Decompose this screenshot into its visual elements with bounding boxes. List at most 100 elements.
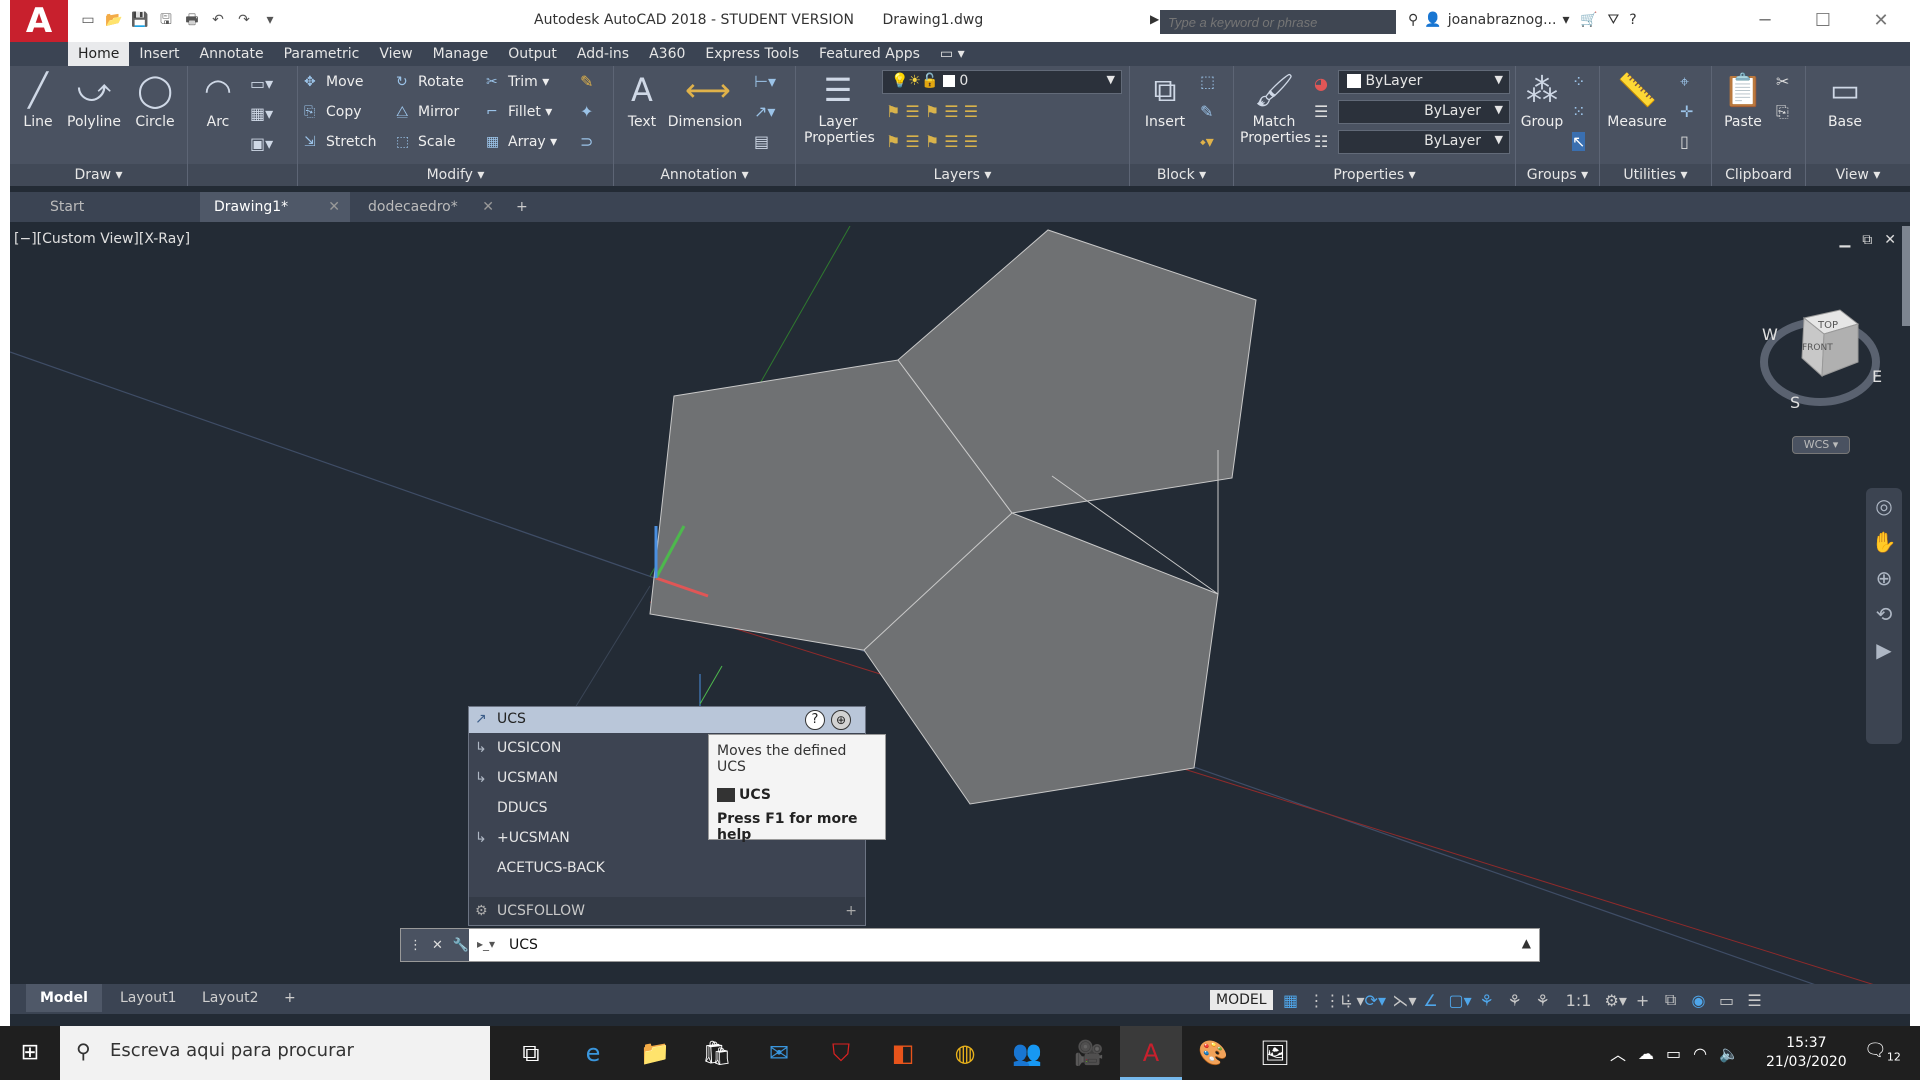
wifi-icon[interactable]: ◠ xyxy=(1693,1044,1707,1063)
new-tab-button[interactable]: + xyxy=(508,192,538,222)
calculator-icon[interactable]: ▯ xyxy=(1680,132,1689,151)
mail-icon[interactable]: ✉ xyxy=(748,1026,810,1080)
group-select-icon[interactable]: ↖ xyxy=(1572,132,1586,151)
wcs-menu-button[interactable]: WCS ▾ xyxy=(1792,436,1850,454)
polyline-button[interactable]: ⤻ Polyline xyxy=(62,70,126,130)
minimize-button[interactable]: ─ xyxy=(1736,0,1794,42)
viewport-scrollbar[interactable] xyxy=(1902,226,1910,326)
units-icon[interactable]: ⧉ xyxy=(1661,990,1681,1010)
group-edit-icon[interactable]: ⁙ xyxy=(1572,102,1585,121)
a360-icon[interactable]: ⛛ xyxy=(1607,12,1619,28)
edit-block-icon[interactable]: ✎ xyxy=(1200,102,1213,121)
copy-button[interactable]: ⎘ Copy xyxy=(304,100,362,124)
battery-icon[interactable]: ▭ xyxy=(1666,1044,1681,1063)
tab-insert[interactable]: Insert xyxy=(129,42,189,66)
close-tab-icon[interactable]: ✕ xyxy=(482,192,494,222)
linetype-dropdown[interactable]: ByLayer ▼ xyxy=(1338,130,1510,154)
search-expand-icon[interactable]: ▶ xyxy=(1150,12,1159,26)
tab-add-ins[interactable]: Add-ins xyxy=(567,42,639,66)
cloud-icon[interactable]: ☁ xyxy=(1638,1044,1654,1063)
list-item[interactable]: ACETUCS-BACK xyxy=(469,853,865,883)
windows-start-button[interactable]: ⊞ xyxy=(0,1026,60,1080)
command-prompt-icon[interactable]: ▸_▾ xyxy=(477,937,495,951)
view-panel-title[interactable]: View ▾ xyxy=(1806,164,1910,186)
line-button[interactable]: ╱ Line xyxy=(18,70,58,130)
open-file-icon[interactable]: 📂 xyxy=(104,10,124,30)
explode-icon[interactable]: ✦ xyxy=(580,102,593,121)
save-icon[interactable]: 💾 xyxy=(130,10,150,30)
command-history-icon[interactable]: ▲ xyxy=(1522,936,1531,950)
store-icon[interactable]: 🛍 xyxy=(686,1026,748,1080)
tab-featured-apps[interactable]: Featured Apps xyxy=(809,42,930,66)
clean-screen-icon[interactable]: ▭ xyxy=(1717,991,1737,1010)
user-name[interactable]: joanabraznog... xyxy=(1448,12,1557,28)
mcafee-icon[interactable]: ⛉ xyxy=(810,1026,872,1080)
scale-value[interactable]: 1:1 xyxy=(1561,991,1597,1010)
viewport-controls-label[interactable]: [−][Custom View][X-Ray] xyxy=(14,231,190,247)
zoom-extents-icon[interactable]: ⊕ xyxy=(1866,560,1902,596)
circle-button[interactable]: ◯ Circle xyxy=(130,70,180,130)
layer-dropdown[interactable]: 💡☀🔓 0 ▼ xyxy=(882,70,1122,94)
tab-annotate[interactable]: Annotate xyxy=(190,42,274,66)
snap-icon[interactable]: ⋮⋮⋮▾ xyxy=(1309,991,1365,1010)
expand-icon[interactable]: + xyxy=(845,897,857,925)
steering-wheel-icon[interactable]: ◎ xyxy=(1866,488,1902,524)
taskbar-search-box[interactable]: ⚲ Escreva aqui para procurar xyxy=(60,1026,490,1080)
volume-icon[interactable]: 🔈 xyxy=(1719,1044,1739,1063)
ungroup-icon[interactable]: ⁘ xyxy=(1572,72,1585,91)
fillet-button[interactable]: ⌐ Fillet ▾ xyxy=(486,100,552,124)
viewport-close-icon[interactable]: ✕ xyxy=(1884,232,1896,248)
command-input[interactable] xyxy=(509,934,1489,956)
move-button[interactable]: ✥ Move xyxy=(304,70,364,94)
mirror-button[interactable]: ⧋ Mirror xyxy=(396,100,459,124)
qat-dropdown-icon[interactable]: ▾ xyxy=(260,10,280,30)
tab-model[interactable]: Model xyxy=(26,984,102,1012)
task-view-icon[interactable]: ⧉ xyxy=(500,1026,562,1080)
chrome-icon[interactable]: ◍ xyxy=(934,1026,996,1080)
tab-layout2[interactable]: Layout2 xyxy=(188,984,273,1012)
orbit-icon[interactable]: ⟲ xyxy=(1866,596,1902,632)
layer-properties-button[interactable]: ☰ Layer Properties xyxy=(804,70,875,146)
tab-a360[interactable]: A360 xyxy=(639,42,695,66)
viewport-restore-icon[interactable]: ⧉ xyxy=(1862,232,1872,248)
zoom-icon[interactable]: 🎥 xyxy=(1058,1026,1120,1080)
edge-icon[interactable]: e xyxy=(562,1026,624,1080)
linear-dim-icon[interactable]: ⊢▾ xyxy=(754,72,776,91)
binoculars-icon[interactable]: ⚲ xyxy=(1408,12,1418,28)
drawing-canvas[interactable] xyxy=(10,226,1910,984)
cart-icon[interactable]: 🛒 xyxy=(1580,12,1597,28)
undo-icon[interactable]: ↶ xyxy=(208,10,228,30)
wrench-icon[interactable]: 🔧 xyxy=(453,938,469,953)
color-wheel-icon[interactable]: ◕ xyxy=(1314,74,1328,93)
save-as-icon[interactable]: 🖫 xyxy=(156,10,176,30)
close-icon[interactable]: ✕ xyxy=(432,938,443,953)
workspace-gear-icon[interactable]: ⚙▾ xyxy=(1605,991,1627,1010)
pan-hand-icon[interactable]: ✋ xyxy=(1866,524,1902,560)
utilities-panel-title[interactable]: Utilities ▾ xyxy=(1600,164,1711,186)
annotation-visibility-icon[interactable]: ⚘ xyxy=(1477,991,1497,1010)
stretch-button[interactable]: ⇲ Stretch xyxy=(304,130,377,154)
table-icon[interactable]: ▤ xyxy=(754,132,769,151)
tab-home[interactable]: Home xyxy=(68,42,130,66)
insert-button[interactable]: ⧉ Insert xyxy=(1138,70,1192,130)
file-explorer-icon[interactable]: 📁 xyxy=(624,1026,686,1080)
scale-button[interactable]: ⬚ Scale xyxy=(396,130,456,154)
leader-icon[interactable]: ↗▾ xyxy=(754,102,775,121)
annotation-scale-icon[interactable]: ⚘ xyxy=(1533,991,1553,1010)
user-sign-in[interactable]: ⚲ 👤 joanabraznog... ▾ xyxy=(1408,12,1569,28)
annotation-panel-title[interactable]: Annotation ▾ xyxy=(614,164,795,186)
region-icon[interactable]: ▣▾ xyxy=(250,134,273,153)
layer-tools-row1-icon[interactable]: ⚑ ☰ ⚑ ☰ ☰ xyxy=(886,102,978,121)
application-menu-button[interactable]: A xyxy=(10,0,68,42)
maximize-button[interactable]: ☐ xyxy=(1794,0,1852,42)
autocad-taskbar-icon[interactable]: A xyxy=(1120,1026,1182,1080)
block-panel-title[interactable]: Block ▾ xyxy=(1130,164,1233,186)
tab-view[interactable]: View xyxy=(369,42,422,66)
groups-panel-title[interactable]: Groups ▾ xyxy=(1516,164,1599,186)
object-snap-icon[interactable]: ▢▾ xyxy=(1449,991,1472,1010)
photos-icon[interactable]: 🖼 xyxy=(1244,1026,1306,1080)
taskbar-clock[interactable]: 15:37 21/03/2020 xyxy=(1766,1034,1847,1072)
ortho-icon[interactable]: ∟ xyxy=(1337,991,1357,1010)
object-snap-tracking-icon[interactable]: ∠ xyxy=(1421,991,1441,1010)
isodraft-icon[interactable]: ⋋▾ xyxy=(1393,991,1417,1010)
